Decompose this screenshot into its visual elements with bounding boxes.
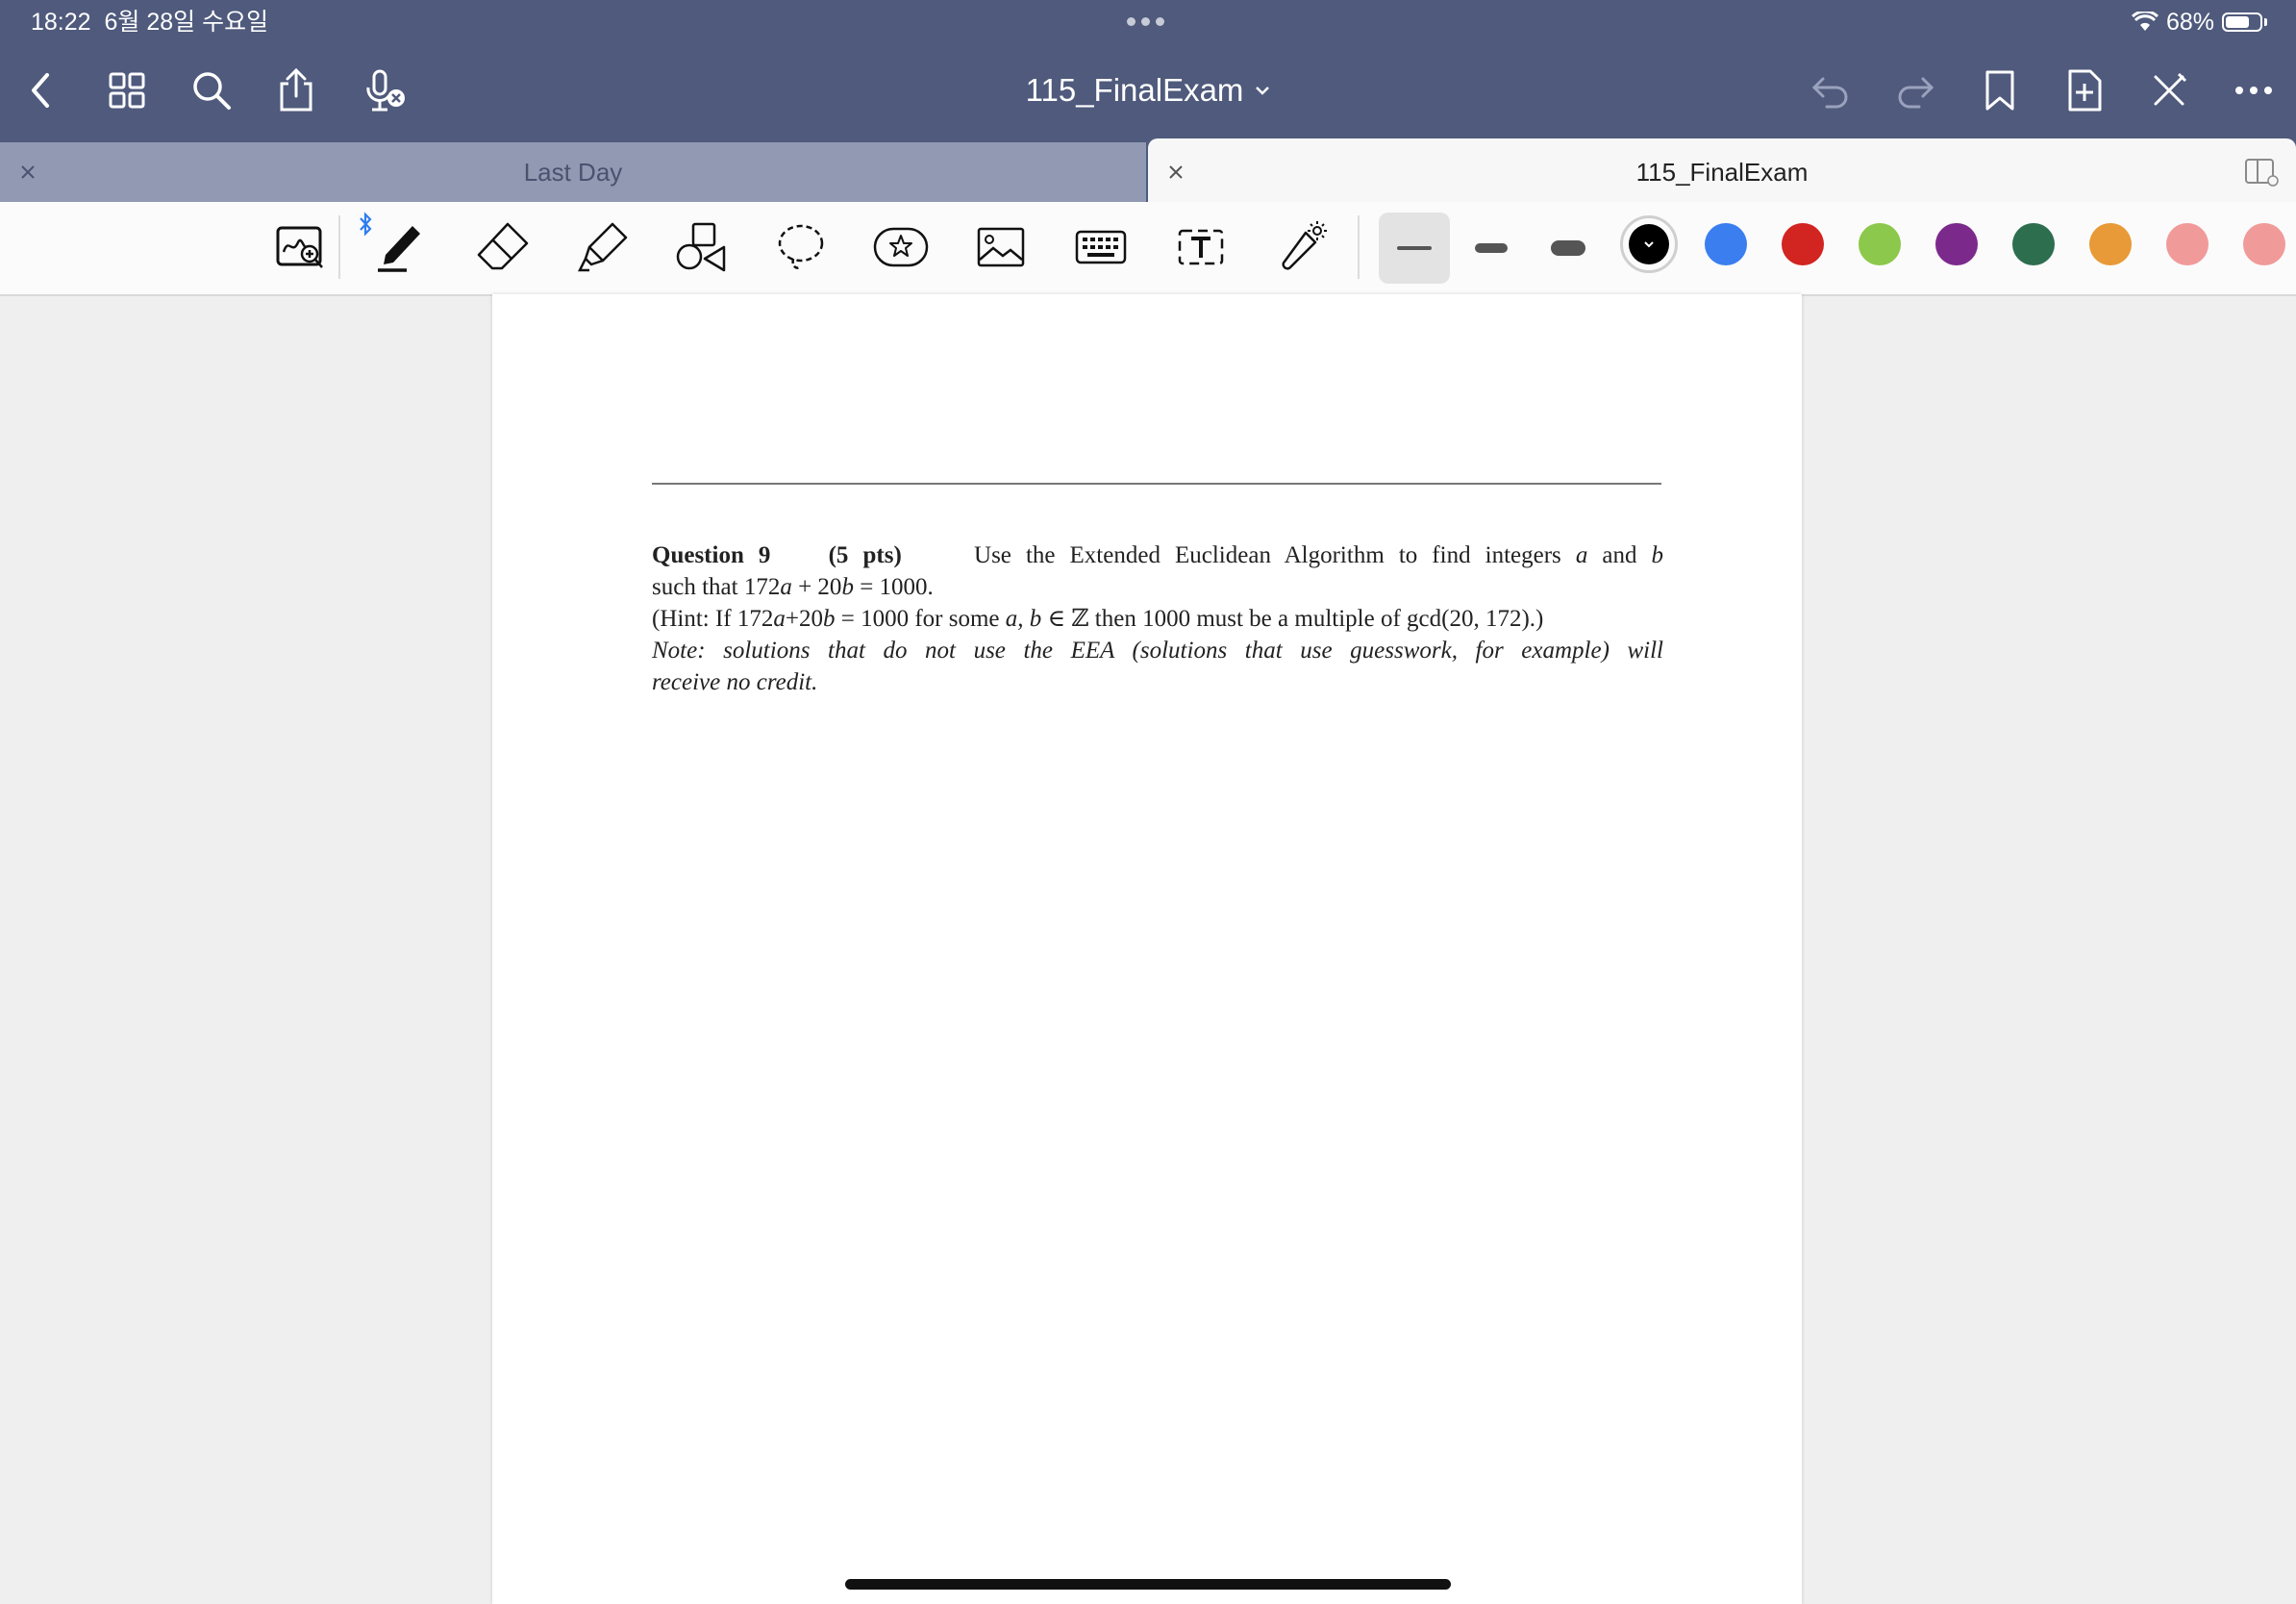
home-indicator[interactable] [845, 1579, 1451, 1590]
chevron-down-icon [1644, 240, 1654, 247]
battery-icon [2222, 13, 2262, 32]
pen-tool[interactable] [369, 215, 433, 279]
pen-cross-icon [2154, 72, 2187, 106]
color-blue[interactable] [1705, 223, 1747, 265]
split-view-icon [2245, 159, 2279, 187]
color-dark-green[interactable] [2012, 223, 2055, 265]
tab-last-day[interactable]: Last Day [0, 142, 1146, 202]
add-page-button[interactable] [2059, 65, 2109, 115]
color-pink[interactable] [2166, 223, 2209, 265]
toolbar-toggle-button[interactable] [2144, 65, 2194, 115]
stroke-thick[interactable] [1533, 213, 1604, 284]
tab-115-finalexam[interactable]: 115_FinalExam [1148, 138, 2296, 202]
thumbnails-button[interactable] [102, 65, 152, 115]
chevron-down-icon [1256, 87, 1270, 95]
question-line-3: (Hint: If 172a+20b = 1000 for some a, b … [652, 606, 1544, 632]
chevron-left-icon [32, 73, 49, 108]
more-button[interactable] [2229, 65, 2279, 115]
microphone-off-icon [366, 69, 405, 112]
bookmark-button[interactable] [1975, 65, 2025, 115]
redo-icon [1898, 77, 1934, 109]
question-text: Question 9 (5 pts) Use the Extended Eucl… [652, 539, 1663, 698]
share-button[interactable] [271, 65, 321, 115]
undo-button[interactable] [1806, 65, 1856, 115]
date: 6월 28일 수요일 [104, 9, 269, 36]
shapes-icon [676, 222, 726, 272]
document-title-button[interactable]: 115_FinalExam [1026, 69, 1271, 112]
keyboard-tool[interactable] [1069, 215, 1133, 279]
more-icon [2235, 87, 2272, 94]
annotation-toolbar [0, 202, 2296, 296]
color-green[interactable] [1859, 223, 1901, 265]
question-note-line-1: Note: solutions that do not use the EEA … [652, 638, 1663, 664]
question-line-1: Question 9 (5 pts) Use the Extended Eucl… [652, 542, 1664, 568]
sticker-tool[interactable] [869, 215, 933, 279]
undo-icon [1811, 77, 1848, 109]
zoom-window-tool[interactable] [269, 215, 333, 279]
status-indicators: 68% [2131, 8, 2267, 37]
sticker-icon [873, 227, 929, 267]
lasso-tool[interactable] [769, 215, 833, 279]
add-page-icon [2068, 69, 2102, 112]
lasso-icon [778, 224, 824, 269]
tab-label: Last Day [523, 158, 623, 187]
shapes-tool[interactable] [669, 215, 733, 279]
color-pink-2[interactable] [2243, 223, 2285, 265]
multitasking-dots[interactable] [1127, 17, 1164, 26]
color-purple[interactable] [1935, 223, 1978, 265]
bookmark-icon [1985, 70, 2014, 111]
highlighter-icon [577, 222, 628, 272]
wifi-icon [2131, 12, 2159, 31]
grid-icon [109, 72, 145, 109]
text-tool[interactable] [1169, 215, 1233, 279]
eraser-icon [477, 222, 529, 270]
color-red[interactable] [1782, 223, 1824, 265]
audio-record-button[interactable] [360, 65, 410, 115]
back-button[interactable] [15, 65, 65, 115]
split-view-button[interactable] [2244, 158, 2279, 191]
battery-percent: 68% [2165, 9, 2214, 36]
question-line-2: such that 172a + 20b = 1000. [652, 574, 934, 600]
highlighter-tool[interactable] [571, 215, 635, 279]
document-page[interactable]: Question 9 (5 pts) Use the Extended Eucl… [492, 294, 1802, 1604]
page-rule [652, 483, 1661, 485]
redo-button[interactable] [1890, 65, 1940, 115]
stroke-thin[interactable] [1379, 213, 1450, 284]
share-icon [280, 68, 312, 112]
tab-label: 115_FinalExam [1635, 158, 1809, 187]
app-header: 18:22 6월 28일 수요일 68% 115_FinalExam [0, 0, 2296, 142]
document-title-area: 115_FinalExam [0, 69, 2296, 112]
document-title: 115_FinalExam [1025, 72, 1244, 108]
laser-pointer-tool[interactable] [1269, 215, 1333, 279]
image-tool[interactable] [969, 215, 1033, 279]
document-tabs: Last Day 115_FinalExam [0, 138, 2296, 202]
keyboard-icon [1075, 230, 1127, 264]
status-time: 18:22 6월 28일 수요일 [31, 8, 268, 37]
search-button[interactable] [187, 65, 237, 115]
clock: 18:22 [31, 9, 91, 36]
toolbar-separator [338, 215, 340, 279]
color-orange[interactable] [2089, 223, 2132, 265]
pen-icon [378, 226, 420, 272]
color-black-selected[interactable] [1620, 215, 1678, 273]
stroke-medium[interactable] [1456, 213, 1527, 284]
eraser-tool[interactable] [471, 215, 535, 279]
image-icon [977, 227, 1025, 267]
laser-pointer-icon [1282, 221, 1327, 270]
text-box-icon [1178, 229, 1224, 265]
toolbar-separator [1358, 215, 1360, 279]
zoom-window-icon [276, 226, 323, 268]
search-icon [193, 72, 231, 110]
question-note-line-2: receive no credit. [652, 669, 818, 695]
